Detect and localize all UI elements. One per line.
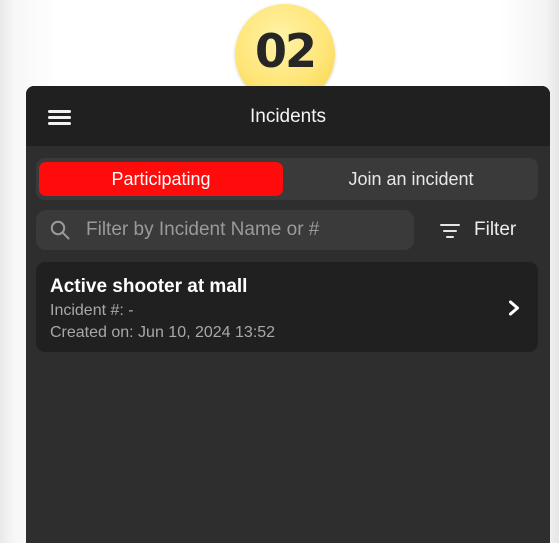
step-number-label: 02 bbox=[254, 24, 317, 78]
tab-participating[interactable]: Participating bbox=[39, 162, 283, 196]
incident-created-date: Created on: Jun 10, 2024 13:52 bbox=[50, 324, 276, 341]
navigation-bar: Incidents bbox=[26, 86, 550, 146]
chevron-right-icon bbox=[509, 300, 519, 316]
page-title: Incidents bbox=[249, 106, 327, 127]
filter-label: Filter bbox=[474, 219, 517, 240]
incident-number: Incident #: - bbox=[50, 302, 134, 319]
filter-lines-icon bbox=[440, 222, 460, 238]
search-input[interactable] bbox=[86, 210, 406, 250]
screenshot-frame: 02 Incidents Participating Join an incid… bbox=[0, 0, 559, 543]
incident-tabs: Participating Join an incident bbox=[36, 158, 538, 200]
search-bar bbox=[36, 210, 414, 250]
incident-list-item[interactable]: Active shooter at mall Incident #: - Cre… bbox=[36, 262, 538, 352]
search-icon bbox=[50, 220, 70, 240]
incident-name: Active shooter at mall bbox=[50, 276, 248, 297]
tab-join-an-incident[interactable]: Join an incident bbox=[288, 162, 534, 196]
filter-button[interactable]: Filter bbox=[440, 214, 530, 246]
app-screen: Incidents Participating Join an incident… bbox=[26, 86, 550, 543]
